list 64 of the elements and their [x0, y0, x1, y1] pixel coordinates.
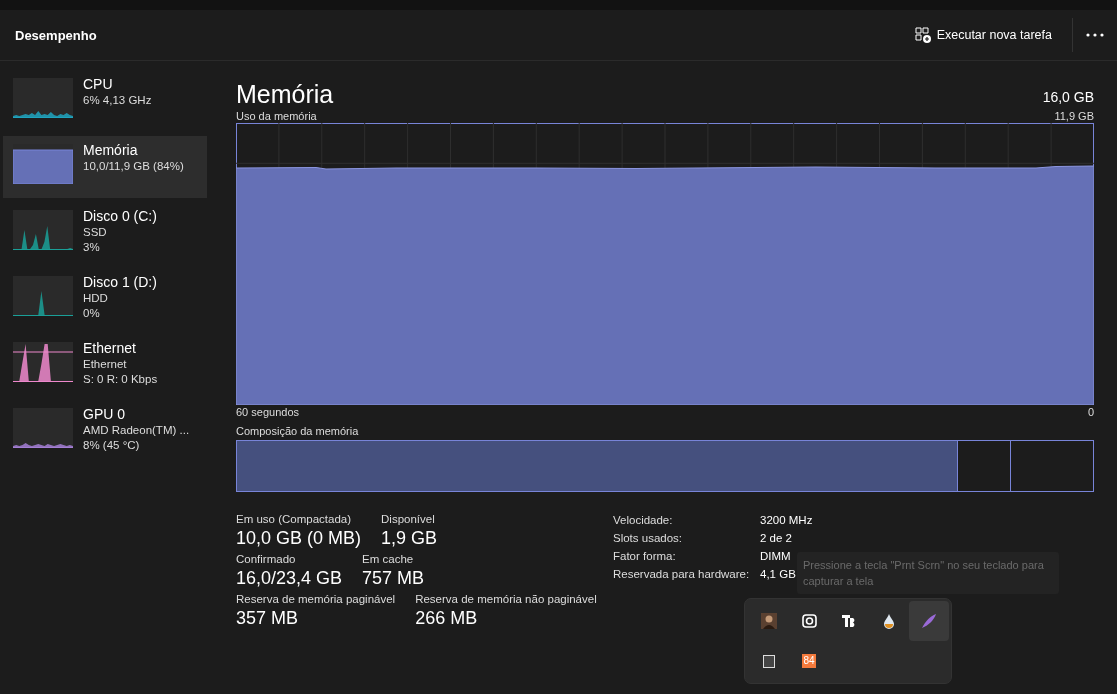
detail-label: Slots usados: [613, 531, 684, 546]
resource-name: Ethernet [83, 340, 137, 357]
stat-label: Reserva de memória paginável [236, 592, 396, 606]
stat-value: 266 MB [415, 607, 479, 630]
notification-count: 84 [802, 654, 816, 668]
usage-graph-icon [13, 276, 73, 316]
stat-label: Em cache [362, 552, 415, 566]
detail-value: 3200 MHz [760, 513, 813, 528]
stat-label: Disponível [381, 512, 436, 526]
axis-label: 60 segundos [236, 405, 299, 419]
detail-value: DIMM [760, 549, 792, 564]
sidebar-item[interactable]: Disco 0 (C:) SSD 3% [3, 208, 207, 258]
tb-logo-icon [841, 614, 857, 628]
new-task-icon [914, 27, 931, 43]
sidebar-item[interactable]: GPU 0 AMD Radeon(TM) ... 8% (45 °C) [3, 406, 207, 456]
detail-value: 2 de 2 [760, 531, 793, 546]
resource-name: Memória [83, 142, 139, 159]
resource-detail: S: 0 R: 0 Kbps [83, 372, 158, 387]
stat-label: Reserva de memória não paginável [415, 592, 597, 606]
composition-title: Composição da memória [236, 424, 359, 438]
stat-value: 757 MB [362, 567, 425, 590]
avatar-icon [761, 613, 777, 629]
resource-detail: 0% [83, 306, 101, 321]
detail-label: Fator forma: [613, 549, 677, 564]
tooltip: Pressione a tecla "Prnt Scrn" no seu teclado para capturar a tela [797, 552, 1059, 594]
stat-label: Confirmado [236, 552, 297, 566]
grid-icon [763, 654, 775, 668]
resource-detail: 3% [83, 240, 101, 255]
resource-name: CPU [83, 76, 114, 93]
run-new-task-button[interactable]: Executar nova tarefa [908, 23, 1058, 47]
sidebar-item[interactable]: Ethernet Ethernet S: 0 R: 0 Kbps [3, 340, 207, 390]
resource-detail: HDD [83, 291, 109, 306]
sidebar-item[interactable]: Memória 10,0/11,9 GB (84%) [3, 136, 207, 198]
stat-value: 1,9 GB [381, 527, 438, 550]
total-memory: 16,0 GB [1042, 89, 1094, 105]
section-title: Memória [236, 79, 334, 109]
detail-label: Reservada para hardware: [613, 567, 751, 582]
stat-value: 10,0 GB (0 MB) [236, 527, 362, 550]
usage-graph-icon [13, 408, 73, 448]
usage-graph-icon [13, 210, 73, 250]
resource-detail: 8% (45 °C) [83, 438, 141, 453]
stat-value: 16,0/23,4 GB [236, 567, 343, 590]
resource-detail: SSD [83, 225, 108, 240]
graph-max-label: 11,9 GB [1054, 109, 1094, 123]
usage-graph-icon [13, 78, 73, 118]
resource-detail: Ethernet [83, 357, 128, 372]
feather-icon [921, 613, 937, 629]
resource-name: GPU 0 [83, 406, 126, 423]
resource-name: Disco 0 (C:) [83, 208, 157, 225]
stat-value: 357 MB [236, 607, 300, 630]
resource-detail: 6% 4,13 GHz [83, 93, 152, 108]
sidebar-item[interactable]: CPU 6% 4,13 GHz [3, 76, 207, 126]
page-title: Desempenho [15, 27, 98, 43]
axis-label: 0 [1087, 405, 1094, 419]
resource-detail: 10,0/11,9 GB (84%) [83, 159, 184, 174]
camera-icon [801, 614, 817, 628]
graph-title: Uso da memória [236, 109, 317, 123]
stat-label: Em uso (Compactada) [236, 512, 353, 526]
resource-name: Disco 1 (D:) [83, 274, 157, 291]
resource-detail: AMD Radeon(TM) ... [83, 423, 190, 438]
sidebar-item[interactable]: Disco 1 (D:) HDD 0% [3, 274, 207, 324]
usage-graph-icon [13, 342, 73, 382]
detail-label: Velocidade: [613, 513, 674, 528]
drop-icon [883, 613, 895, 629]
